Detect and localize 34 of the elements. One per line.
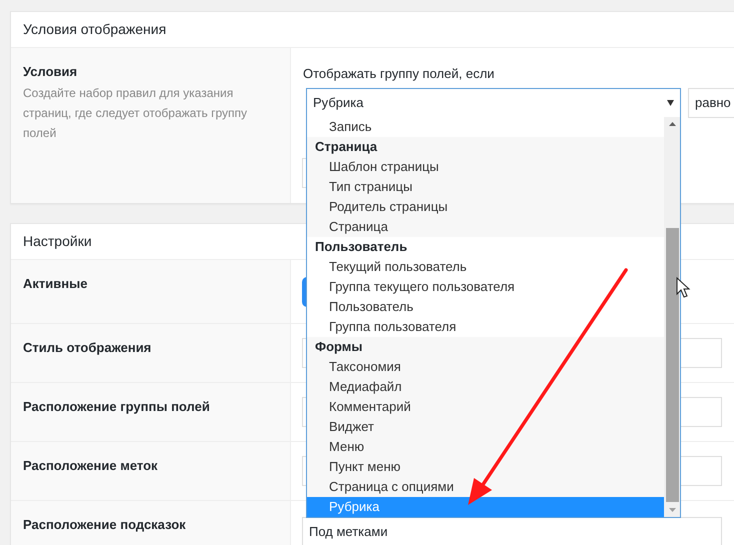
dropdown-option[interactable]: Медиафайл	[307, 377, 664, 397]
param-select[interactable]: Рубрика	[306, 88, 681, 118]
dropdown-option[interactable]: Тип страницы	[307, 177, 664, 197]
field-label: Расположение группы полей	[23, 399, 211, 414]
group-label: Формы	[315, 338, 363, 356]
dropdown-option[interactable]: Запись	[307, 117, 664, 137]
condition-heading: Отображать группу полей, если	[303, 66, 496, 81]
field-description: Создайте набор правил для указания страниц, где следует отображать группу полей	[23, 85, 248, 142]
field-label: Стиль отображения	[23, 340, 152, 355]
field-label: Расположение подсказок	[23, 517, 187, 532]
dropdown-option[interactable]: Виджет	[307, 417, 664, 437]
scroll-down-icon[interactable]	[668, 508, 676, 512]
dropdown-option[interactable]: Страница	[307, 217, 664, 237]
dropdown-option[interactable]: Текущий пользователь	[307, 257, 664, 277]
dropdown-option[interactable]: Шаблон страницы	[307, 157, 664, 177]
dropdown-option[interactable]: Таксономия	[307, 357, 664, 377]
field-label: Условия	[23, 64, 78, 79]
dropdown-option[interactable]: Родитель страницы	[307, 197, 664, 217]
scrollbar[interactable]	[664, 117, 680, 517]
dropdown-option[interactable]: Меню	[307, 437, 664, 457]
caret-icon	[667, 100, 674, 106]
dropdown-option[interactable]: Пункт меню	[307, 457, 664, 477]
select-field[interactable]: Под метками	[302, 517, 722, 545]
operator-select[interactable]: равно	[688, 88, 734, 118]
field-label: Активные	[23, 276, 88, 291]
dropdown-option[interactable]: Пользователь	[307, 297, 664, 317]
dropdown-option[interactable]: Группа текущего пользователя	[307, 277, 664, 297]
dropdown-option[interactable]: Комментарий	[307, 397, 664, 417]
dropdown-option[interactable]: Группа пользователя	[307, 317, 664, 337]
group-label: Страница	[315, 138, 378, 156]
group-label: Пользователь	[315, 238, 408, 256]
dropdown-option[interactable]: Страница с опциями	[307, 477, 664, 497]
scroll-up-icon[interactable]	[668, 122, 676, 126]
field-label: Расположение меток	[23, 458, 159, 473]
